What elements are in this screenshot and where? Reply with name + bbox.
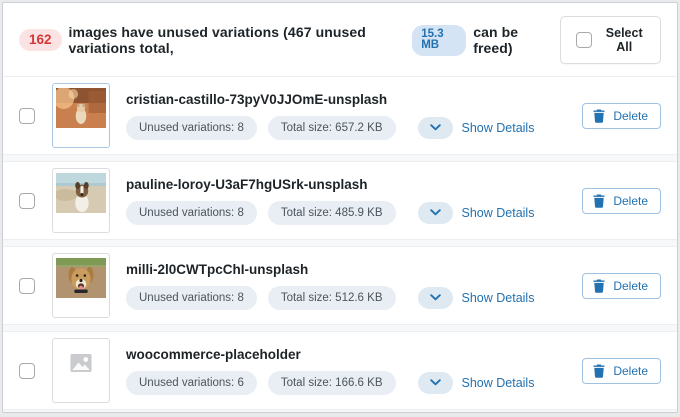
- image-thumbnail: [52, 83, 110, 148]
- row-checkbox[interactable]: [19, 278, 35, 294]
- trash-icon: [593, 279, 605, 293]
- delete-button[interactable]: Delete: [582, 358, 661, 384]
- image-filename: milli-2l0CWTpcChI-unsplash: [126, 262, 570, 277]
- row-checkbox[interactable]: [19, 363, 35, 379]
- row-main: milli-2l0CWTpcChI-unsplash Unused variat…: [126, 262, 570, 310]
- summary-text-end: can be freed): [473, 24, 546, 56]
- show-details-link[interactable]: Show Details: [462, 376, 535, 390]
- expand-details-button[interactable]: [418, 372, 453, 394]
- image-thumbnail: [52, 168, 110, 233]
- image-filename: pauline-loroy-U3aF7hgUSrk-unsplash: [126, 177, 570, 192]
- summary-text-mid: images have unused variations (467 unuse…: [69, 24, 406, 56]
- expand-details-button[interactable]: [418, 117, 453, 139]
- chevron-down-icon: [430, 379, 441, 386]
- row-main: pauline-loroy-U3aF7hgUSrk-unsplash Unuse…: [126, 177, 570, 225]
- image-row: cristian-castillo-73pyV0JJOmE-unsplash U…: [3, 76, 677, 155]
- row-main: woocommerce-placeholder Unused variation…: [126, 347, 570, 395]
- show-details-link[interactable]: Show Details: [462, 206, 535, 220]
- show-details-link[interactable]: Show Details: [462, 291, 535, 305]
- select-all-button[interactable]: Select All: [560, 16, 661, 64]
- image-filename: cristian-castillo-73pyV0JJOmE-unsplash: [126, 92, 570, 107]
- trash-icon: [593, 109, 605, 123]
- image-row: milli-2l0CWTpcChI-unsplash Unused variat…: [3, 246, 677, 325]
- delete-button-label: Delete: [613, 109, 648, 123]
- trash-icon: [593, 364, 605, 378]
- select-all-label: Select All: [603, 26, 645, 54]
- unused-variations-badge: Unused variations: 6: [126, 371, 257, 395]
- total-size-badge: Total size: 485.9 KB: [268, 201, 396, 225]
- thumbnail-image: [56, 258, 106, 298]
- image-row: pauline-loroy-U3aF7hgUSrk-unsplash Unuse…: [3, 161, 677, 240]
- row-meta: Unused variations: 8 Total size: 485.9 K…: [126, 201, 570, 225]
- image-count-badge: 162: [19, 29, 62, 51]
- row-meta: Unused variations: 6 Total size: 166.6 K…: [126, 371, 570, 395]
- row-main: cristian-castillo-73pyV0JJOmE-unsplash U…: [126, 92, 570, 140]
- total-size-badge: Total size: 512.6 KB: [268, 286, 396, 310]
- image-filename: woocommerce-placeholder: [126, 347, 570, 362]
- thumbnail-image: [56, 88, 106, 128]
- row-checkbox[interactable]: [19, 193, 35, 209]
- delete-button-label: Delete: [613, 364, 648, 378]
- delete-button[interactable]: Delete: [582, 273, 661, 299]
- expand-details-button[interactable]: [418, 287, 453, 309]
- chevron-down-icon: [430, 124, 441, 131]
- thumbnail-image: [56, 343, 106, 383]
- delete-button-label: Delete: [613, 194, 648, 208]
- delete-button[interactable]: Delete: [582, 103, 661, 129]
- row-meta: Unused variations: 8 Total size: 512.6 K…: [126, 286, 570, 310]
- chevron-down-icon: [430, 209, 441, 216]
- image-thumbnail: [52, 338, 110, 403]
- delete-button-label: Delete: [613, 279, 648, 293]
- image-row: woocommerce-placeholder Unused variation…: [3, 331, 677, 410]
- show-details-link[interactable]: Show Details: [462, 121, 535, 135]
- unused-variations-badge: Unused variations: 8: [126, 201, 257, 225]
- thumbnail-image: [56, 173, 106, 213]
- row-checkbox[interactable]: [19, 108, 35, 124]
- freed-size-badge: 15.3 MB: [412, 25, 466, 56]
- total-size-badge: Total size: 657.2 KB: [268, 116, 396, 140]
- image-list: cristian-castillo-73pyV0JJOmE-unsplash U…: [3, 76, 677, 413]
- chevron-down-icon: [430, 294, 441, 301]
- unused-variations-badge: Unused variations: 8: [126, 116, 257, 140]
- unused-variations-panel: 162 images have unused variations (467 u…: [2, 2, 678, 413]
- expand-details-button[interactable]: [418, 202, 453, 224]
- unused-variations-badge: Unused variations: 8: [126, 286, 257, 310]
- delete-button[interactable]: Delete: [582, 188, 661, 214]
- select-all-checkbox[interactable]: [576, 32, 592, 48]
- summary-header: 162 images have unused variations (467 u…: [3, 3, 677, 76]
- image-thumbnail: [52, 253, 110, 318]
- row-meta: Unused variations: 8 Total size: 657.2 K…: [126, 116, 570, 140]
- trash-icon: [593, 194, 605, 208]
- total-size-badge: Total size: 166.6 KB: [268, 371, 396, 395]
